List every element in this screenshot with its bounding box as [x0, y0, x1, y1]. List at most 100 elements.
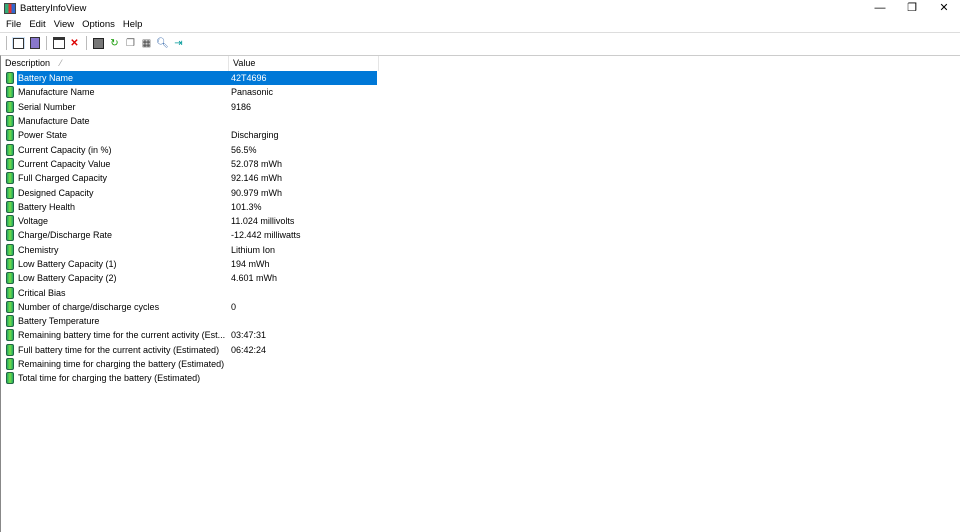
battery-icon: [6, 100, 14, 113]
row-value: 0: [231, 301, 237, 312]
table-row[interactable]: Chemistry Lithium Ion: [1, 243, 960, 257]
table-row[interactable]: Current Capacity Value 52.078 mWh: [1, 157, 960, 171]
row-value: 90.979 mWh: [231, 187, 283, 198]
table-row[interactable]: Low Battery Capacity (2) 4.601 mWh: [1, 271, 960, 285]
row-value: Discharging: [231, 130, 279, 141]
table-row[interactable]: Battery Temperature: [1, 314, 960, 328]
battery-icon: [6, 300, 14, 313]
close-button[interactable]: ✕: [928, 0, 960, 17]
table-row[interactable]: Designed Capacity 90.979 mWh: [1, 185, 960, 199]
row-value: 52.078 mWh: [231, 158, 283, 169]
row-description: Number of charge/discharge cycles: [18, 301, 160, 312]
battery-icon: [6, 243, 14, 256]
battery-icon: [6, 358, 14, 371]
table-row[interactable]: Total time for charging the battery (Est…: [1, 371, 960, 385]
row-value: -12.442 milliwatts: [231, 230, 301, 241]
row-description: Remaining time for charging the battery …: [18, 359, 225, 370]
menu-edit[interactable]: Edit: [25, 19, 49, 30]
table-row[interactable]: Charge/Discharge Rate -12.442 milliwatts: [1, 228, 960, 242]
minimize-button[interactable]: —: [864, 0, 896, 17]
table-row[interactable]: Manufacture Date: [1, 114, 960, 128]
table-row[interactable]: Full Charged Capacity 92.146 mWh: [1, 171, 960, 185]
menu-bar: File Edit View Options Help: [0, 17, 960, 32]
row-description: Low Battery Capacity (1): [18, 259, 117, 269]
row-description: Chemistry: [18, 244, 59, 255]
row-value: 92.146 mWh: [231, 173, 283, 184]
row-description: Designed Capacity: [18, 187, 94, 198]
menu-help[interactable]: Help: [119, 19, 147, 30]
exit-icon[interactable]: ⇥: [172, 37, 185, 49]
table-row[interactable]: Current Capacity (in %) 56.5%: [1, 142, 960, 156]
row-description: Current Capacity (in %): [18, 144, 112, 155]
table-row[interactable]: Remaining time for charging the battery …: [1, 357, 960, 371]
battery-icon: [6, 272, 14, 285]
restore-button[interactable]: ❐: [896, 0, 928, 17]
table-row[interactable]: Battery Name 42T4696: [1, 71, 960, 86]
row-value: Lithium Ion: [231, 244, 276, 255]
menu-view[interactable]: View: [50, 19, 78, 30]
toolbar: ✕ ↻ ❐ ▦ 🔍︎ ⇥: [0, 32, 960, 53]
delete-icon[interactable]: ✕: [68, 37, 81, 49]
save-icon[interactable]: [92, 37, 105, 49]
row-value: 101.3%: [231, 201, 262, 212]
table-row[interactable]: Number of charge/discharge cycles 0: [1, 300, 960, 314]
row-description: Power State: [18, 130, 68, 141]
row-value: [228, 114, 377, 128]
row-value: 42T4696: [228, 71, 377, 86]
row-description: Charge/Discharge Rate: [18, 230, 113, 241]
row-value: 06:42:24: [231, 344, 267, 355]
table-row[interactable]: Low Battery Capacity (1) 194 mWh: [1, 257, 960, 271]
view-icon[interactable]: [12, 37, 25, 49]
row-value: 56.5%: [231, 144, 257, 155]
table-row[interactable]: Manufacture Name Panasonic: [1, 85, 960, 99]
menu-options[interactable]: Options: [78, 19, 119, 30]
row-description: Total time for charging the battery (Est…: [18, 373, 201, 384]
battery-icon: [6, 86, 14, 99]
table-row[interactable]: Critical Bias: [1, 285, 960, 299]
row-description: Full battery time for the current activi…: [18, 344, 220, 355]
battery-icon: [6, 215, 14, 228]
row-description: Full Charged Capacity: [18, 173, 108, 184]
battery-icon: [6, 72, 14, 85]
battery-info-list[interactable]: Description ⁄ Value Battery Name 42T4696 M…: [0, 55, 960, 532]
menu-file[interactable]: File: [2, 19, 25, 30]
app-icon: [4, 3, 16, 14]
battery-icon: [6, 229, 14, 242]
copy-icon[interactable]: ❐: [124, 37, 137, 49]
row-description: Battery Health: [18, 201, 76, 212]
battery-icon: [6, 143, 14, 156]
row-description: Battery Temperature: [18, 316, 100, 327]
row-description: Critical Bias: [18, 287, 66, 298]
row-value: 03:47:31: [231, 330, 267, 341]
table-row[interactable]: Remaining battery time for the current a…: [1, 328, 960, 342]
battery-icon: [6, 200, 14, 213]
row-value: [228, 286, 377, 300]
list-header: Description ⁄ Value: [1, 56, 960, 71]
html-icon[interactable]: [28, 37, 41, 49]
window-title: BatteryInfoView: [20, 3, 87, 14]
table-row[interactable]: Power State Discharging: [1, 128, 960, 142]
properties-icon[interactable]: [52, 37, 65, 49]
table-row[interactable]: Voltage 11.024 millivolts: [1, 214, 960, 228]
refresh-icon[interactable]: ↻: [108, 37, 121, 49]
battery-icon: [6, 115, 14, 128]
row-value: 11.024 millivolts: [231, 216, 295, 227]
row-description: Current Capacity Value: [18, 158, 111, 169]
table-row[interactable]: Full battery time for the current activi…: [1, 343, 960, 357]
sort-indicator-icon: ⁄: [60, 58, 62, 68]
find-icon[interactable]: 🔍︎: [156, 37, 169, 49]
options-icon[interactable]: ▦: [140, 37, 153, 49]
row-value: [228, 371, 377, 385]
table-row[interactable]: Serial Number 9186: [1, 100, 960, 114]
row-description: Low Battery Capacity (2): [18, 273, 117, 284]
table-row[interactable]: Battery Health 101.3%: [1, 200, 960, 214]
battery-icon: [6, 157, 14, 170]
row-description: Manufacture Name: [18, 87, 95, 98]
row-value: Panasonic: [231, 87, 274, 98]
column-description[interactable]: Description ⁄: [1, 56, 229, 71]
battery-icon: [6, 258, 14, 270]
title-bar: BatteryInfoView — ❐ ✕: [0, 0, 960, 17]
row-description: Battery Name: [17, 71, 228, 86]
column-value[interactable]: Value: [229, 56, 379, 71]
row-description: Manufacture Date: [18, 116, 90, 127]
